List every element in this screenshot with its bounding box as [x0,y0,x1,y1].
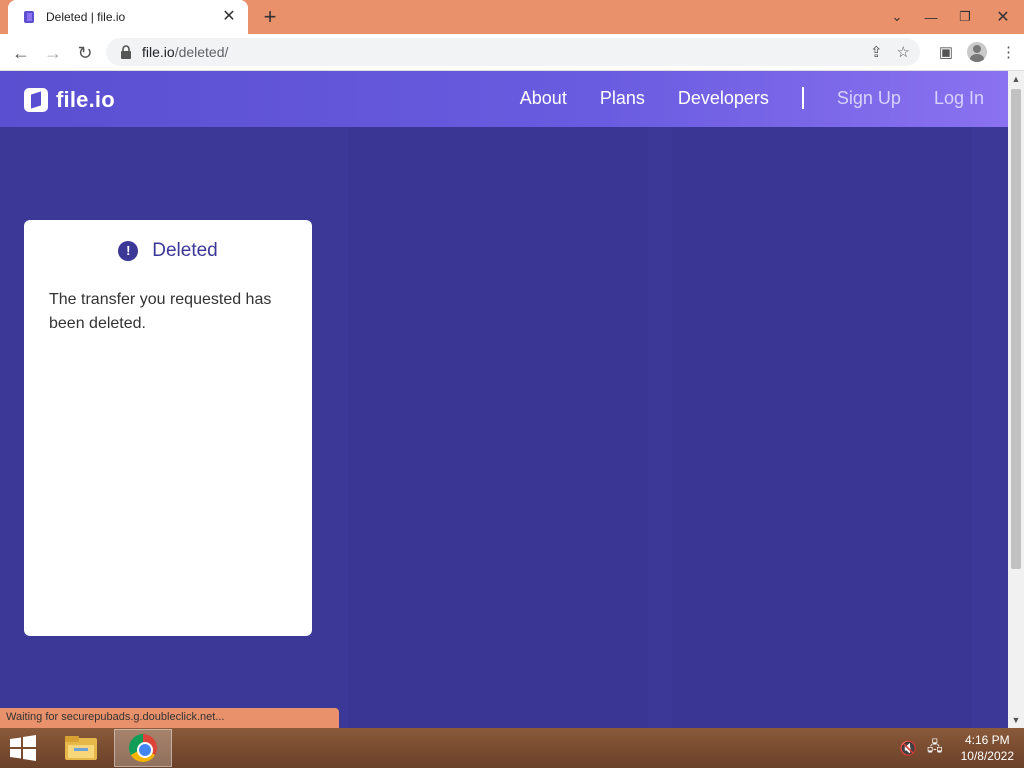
scroll-thumb[interactable] [1011,89,1021,569]
side-panel-icon[interactable]: ▣ [939,43,953,61]
tab-strip: Deleted | file.io ✕ + ⌄ — ❐ ✕ [0,0,1024,34]
file-io-logo-icon [24,88,48,112]
logo-text: file.io [56,87,115,112]
clock-time: 4:16 PM [964,733,1010,747]
share-icon[interactable]: ⇪ [870,43,883,61]
site-header: file.io About Plans Developers Sign Up L… [0,71,1008,127]
omnibox-actions: ⇪ ☆ [870,43,910,61]
card-title: Deleted [152,240,218,261]
toolbar-right: ▣ ⋮ [939,42,1016,62]
profile-avatar-icon[interactable] [967,42,987,62]
tab-title: Deleted | file.io [46,10,126,24]
taskbar: 🔇 🖧 4:16 PM 10/8/2022 [0,728,1024,768]
network-icon[interactable]: 🖧 [927,736,943,760]
alert-icon: ! [118,241,139,261]
nav-about-link[interactable]: About [520,88,567,109]
back-icon[interactable]: ← [8,40,34,66]
speaker-muted-icon[interactable]: 🔇 [900,740,917,757]
chrome-taskbar-button[interactable] [114,729,172,767]
restore-icon[interactable]: ❐ [948,9,982,25]
background-band [348,71,648,728]
window-controls: ⌄ — ❐ ✕ [880,0,1024,34]
forward-icon[interactable]: → [40,40,66,66]
clock-date: 10/8/2022 [960,749,1014,763]
minimize-icon[interactable]: — [914,10,948,25]
nav-login-link[interactable]: Log In [934,88,984,109]
lock-icon [121,45,131,59]
scroll-down-arrow-icon[interactable]: ▼ [1008,712,1024,728]
nav-divider [801,87,804,109]
windows-start-icon[interactable] [8,734,38,762]
status-bubble: Waiting for securepubads.g.doubleclick.n… [0,708,339,728]
address-bar[interactable]: file.io /deleted/ ⇪ ☆ [106,38,920,66]
file-io-favicon-icon [24,11,34,23]
url-path: /deleted/ [174,44,229,60]
nav-developers-link[interactable]: Developers [678,88,769,109]
site-logo[interactable]: file.io [24,87,115,113]
nav-plans-link[interactable]: Plans [600,88,645,109]
tab-search-icon[interactable]: ⌄ [880,9,914,25]
browser-tab[interactable]: Deleted | file.io ✕ [8,0,248,34]
url-host: file.io [142,44,175,60]
new-tab-button[interactable]: + [258,5,282,29]
background-band [672,71,972,728]
close-window-icon[interactable]: ✕ [982,7,1024,27]
page-content: file.io About Plans Developers Sign Up L… [0,71,1008,728]
menu-kebab-icon[interactable]: ⋮ [1001,43,1016,61]
vertical-scrollbar[interactable]: ▲ ▼ [1008,71,1024,728]
reload-icon[interactable]: ↻ [72,40,98,66]
tab-close-icon[interactable]: ✕ [220,8,238,26]
clock[interactable]: 4:16 PM 10/8/2022 [961,732,1014,764]
file-explorer-icon[interactable] [62,732,100,764]
system-tray: 🔇 🖧 4:16 PM 10/8/2022 [900,732,1014,764]
nav-signup-link[interactable]: Sign Up [837,88,901,109]
bookmark-star-icon[interactable]: ☆ [897,43,910,61]
main-nav: About Plans Developers Sign Up Log In [487,87,984,109]
scroll-up-arrow-icon[interactable]: ▲ [1008,71,1024,87]
chrome-icon [129,734,157,762]
card-message: The transfer you requested has been dele… [49,291,272,332]
deleted-card: ! Deleted The transfer you requested has… [24,220,312,636]
browser-toolbar: ← → ↻ file.io /deleted/ ⇪ ☆ ▣ ⋮ [0,34,1024,71]
card-header: ! Deleted [24,240,312,262]
